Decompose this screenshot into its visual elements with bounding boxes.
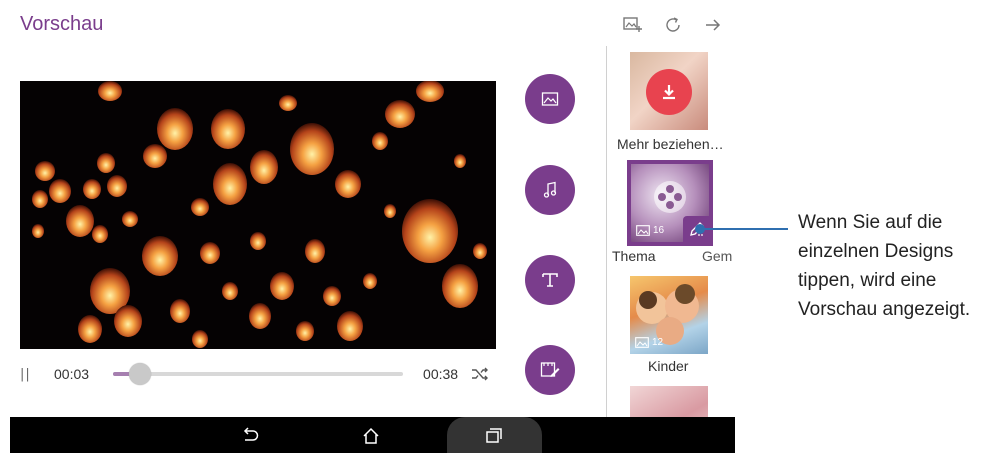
system-navbar xyxy=(10,417,735,453)
back-icon[interactable] xyxy=(238,424,262,448)
app-screen: Vorschau || 00:03 00:38 Mehr beziehen… 1… xyxy=(0,0,735,417)
download-icon xyxy=(663,85,675,100)
more-themes-tile[interactable] xyxy=(630,52,708,130)
total-time: 00:38 xyxy=(423,366,459,382)
photo-count-badge: 16 xyxy=(636,225,664,236)
photo-icon xyxy=(636,225,650,236)
current-time: 00:03 xyxy=(54,366,90,382)
photo-count: 16 xyxy=(653,225,665,236)
film-reel-icon xyxy=(654,181,686,213)
callout-line xyxy=(700,228,788,230)
image-tool-button[interactable] xyxy=(525,74,575,124)
page-title: Vorschau xyxy=(20,13,104,35)
kids-label: Kinder xyxy=(648,358,689,374)
shuffle-icon[interactable] xyxy=(470,364,490,384)
theme-label: Thema xyxy=(612,248,656,264)
image-icon xyxy=(541,92,559,106)
seek-bar[interactable] xyxy=(113,363,404,385)
callout-text: Wenn Sie auf die einzelnen Designs tippe… xyxy=(798,212,971,320)
kids-count: 12 xyxy=(652,337,664,348)
music-tool-button[interactable] xyxy=(525,165,575,215)
text-icon xyxy=(542,273,558,287)
music-icon xyxy=(543,181,557,198)
kids-theme-tile[interactable]: 12 xyxy=(630,276,708,354)
lanterns-image xyxy=(20,81,496,349)
refresh-icon[interactable] xyxy=(662,14,684,36)
more-themes-label: Mehr beziehen… xyxy=(617,136,724,152)
arrow-right-icon[interactable] xyxy=(702,14,724,36)
romance-theme-tile[interactable] xyxy=(630,386,708,417)
edit-clip-icon xyxy=(540,362,560,377)
edit-clip-tool-button[interactable] xyxy=(525,345,575,395)
theme-label-partial: Gem xyxy=(702,248,733,264)
kids-count-badge: 12 xyxy=(635,337,663,348)
photo-icon xyxy=(635,337,649,348)
top-toolbar xyxy=(622,14,724,36)
download-button[interactable] xyxy=(646,69,692,115)
add-photo-icon[interactable] xyxy=(622,14,644,36)
text-tool-button[interactable] xyxy=(525,255,575,305)
pause-icon[interactable]: || xyxy=(20,367,40,382)
video-preview[interactable] xyxy=(20,81,496,349)
home-icon[interactable] xyxy=(359,424,383,448)
playback-controls: || 00:03 00:38 xyxy=(20,356,500,392)
theme-list: Mehr beziehen… 16 Thema Gem 12 Kinder xyxy=(607,46,735,417)
seek-bar-thumb[interactable] xyxy=(129,363,152,385)
recent-apps-icon[interactable] xyxy=(482,424,506,448)
